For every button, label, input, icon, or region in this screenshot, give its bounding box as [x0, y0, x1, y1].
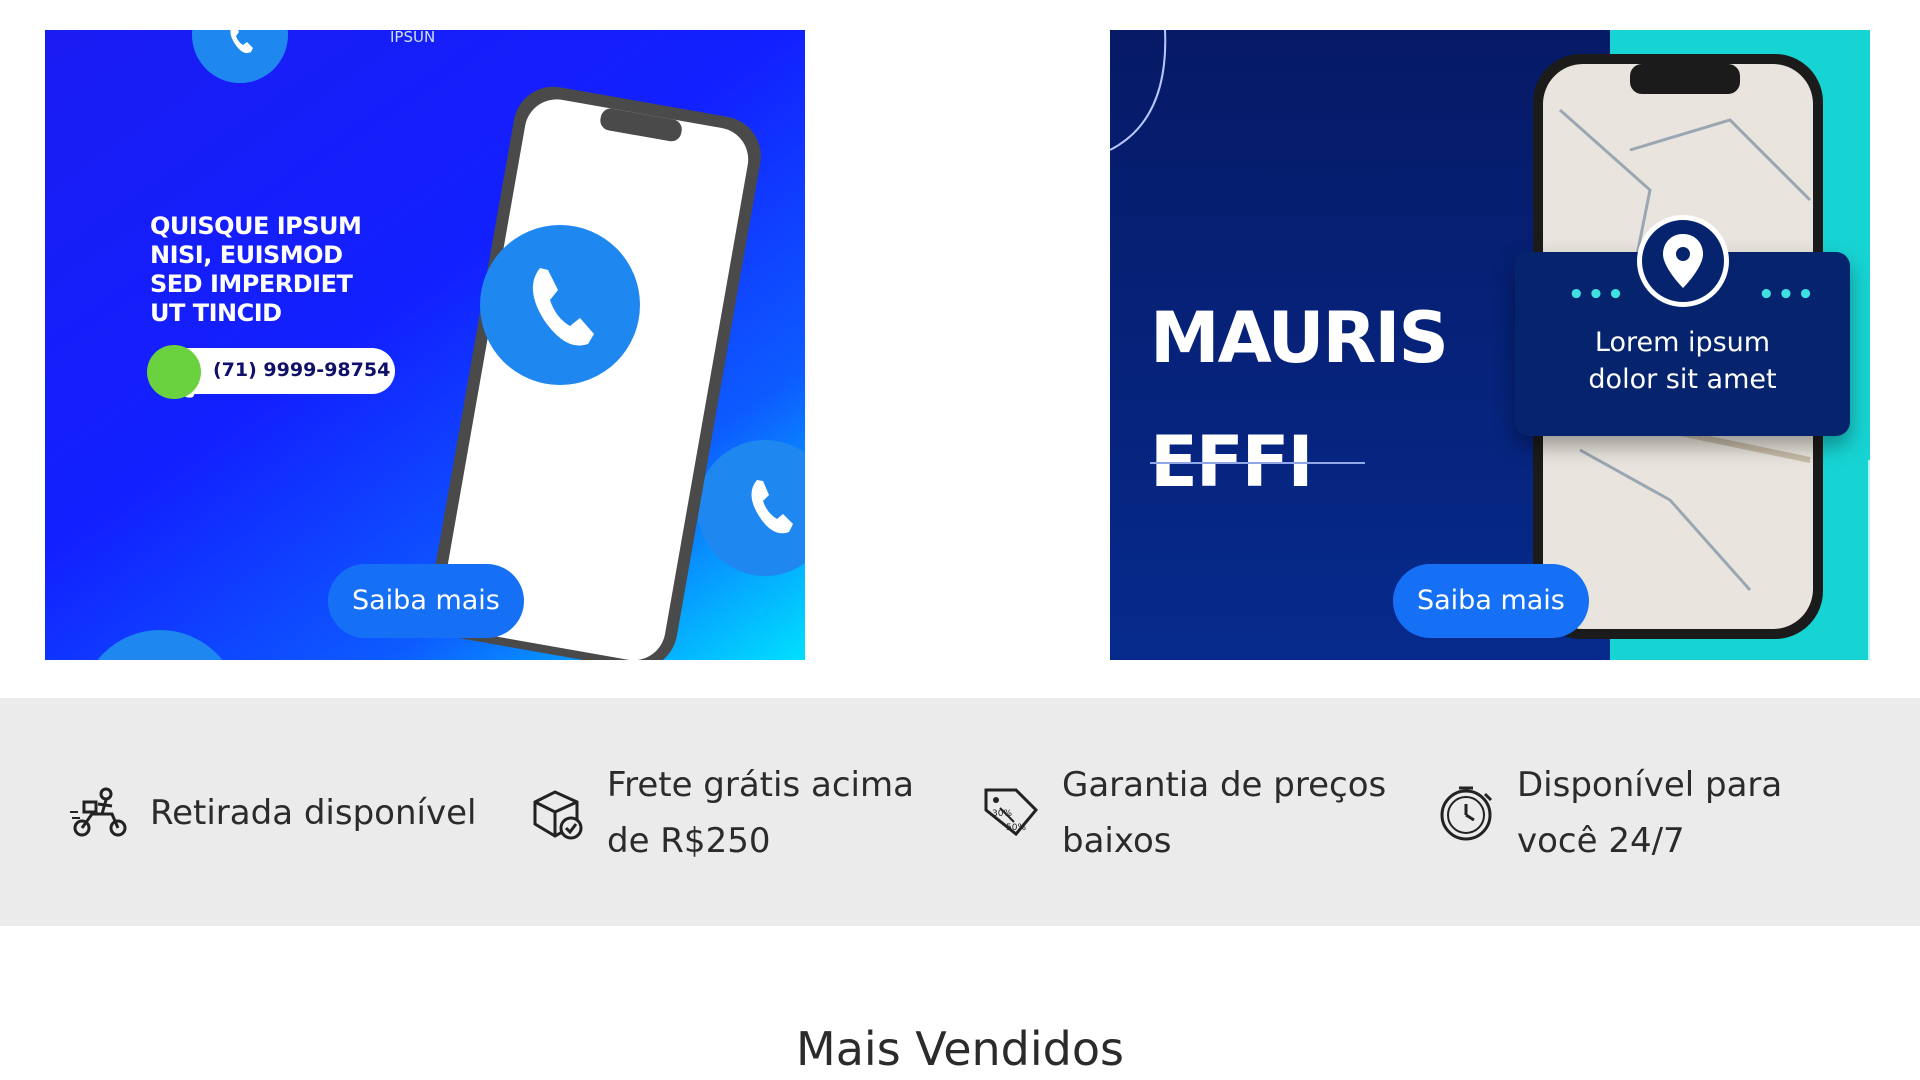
promo-banner-calls[interactable]: IPSUN QUISQUE IPSUM NISI, EUISMOD SED IM… [45, 30, 805, 660]
clock-icon [1440, 786, 1493, 841]
price-tag-icon: 30% 50% [984, 788, 1039, 837]
phone-number: (71) 9999-98754 [213, 359, 391, 381]
feature-price-guarantee: 30% 50% Garantia de preços baixos [980, 758, 1386, 868]
feature-pickup: Retirada disponível [68, 758, 476, 868]
scooter-delivery-icon [70, 787, 127, 837]
section-title: Mais Vendidos [796, 1022, 1124, 1076]
svg-text:30%: 30% [992, 809, 1012, 819]
feature-free-shipping: Frete grátis acima de R$250 [525, 758, 914, 868]
saiba-mais-button[interactable]: Saiba mais [1393, 564, 1589, 638]
promo-banner-location[interactable]: MAURIS EFFI ••• ••• Lorem ipsum dolor si… [1110, 30, 1870, 660]
feature-text: Disponível para você 24/7 [1517, 765, 1783, 861]
feature-text: Retirada disponível [150, 793, 477, 833]
feature-text: Frete grátis acima de R$250 [607, 765, 914, 861]
phone-call-icon [147, 345, 201, 399]
banner-headline: QUISQUE IPSUM NISI, EUISMOD SED IMPERDIE… [150, 212, 362, 327]
box-check-icon [533, 790, 583, 840]
dots-left: ••• [1568, 280, 1627, 310]
dots-right: ••• [1758, 280, 1817, 310]
feature-text: Garantia de preços baixos [1062, 765, 1387, 861]
banner-title: MAURIS EFFI [1150, 297, 1449, 503]
location-card-text: Lorem ipsum dolor sit amet [1588, 327, 1777, 395]
saiba-mais-button[interactable]: Saiba mais [328, 564, 524, 638]
svg-text:50%: 50% [1006, 823, 1026, 833]
location-pin-icon [1637, 215, 1729, 307]
title-underline [1150, 462, 1365, 464]
banner-brand: IPSUN [390, 30, 436, 46]
feature-availability: Disponível para você 24/7 [1435, 758, 1782, 868]
features-bar: Retirada disponível Frete grátis acima d… [0, 698, 1920, 926]
